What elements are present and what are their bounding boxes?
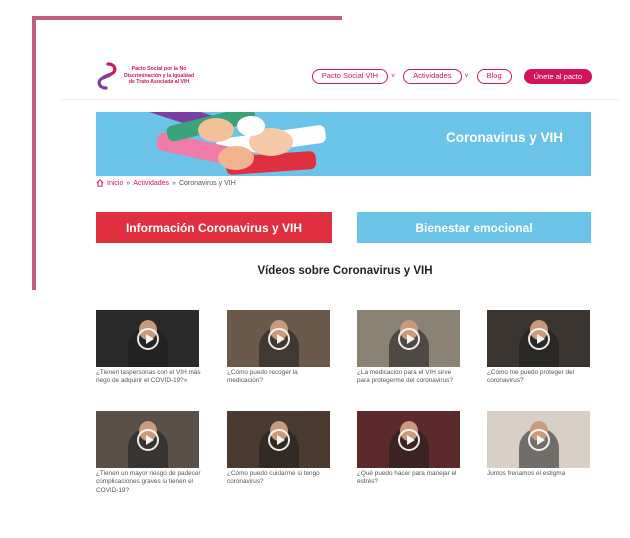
chevron-down-icon[interactable]: ˅ <box>465 73 469 81</box>
video-card[interactable]: ¿Tienen laspersonas con el VIH más riego… <box>96 310 206 386</box>
video-thumbnail[interactable] <box>487 411 590 468</box>
banner-title: Coronavirus y VIH <box>445 130 563 145</box>
video-card[interactable]: ¿Cómo me puedo proteger del coronavirus? <box>487 310 597 386</box>
play-icon[interactable] <box>397 327 420 350</box>
play-icon[interactable] <box>267 327 290 350</box>
main-nav: Pacto Social VIH ˅ Actividades ˅ Blog Ún… <box>311 69 592 84</box>
video-caption[interactable]: ¿Cómo puedo cuidarme si tengo coronaviru… <box>227 470 335 487</box>
chevron-down-icon[interactable]: ˅ <box>391 73 395 81</box>
video-caption[interactable]: ¿Tienen un mayor riesgo de padecer compl… <box>96 470 204 495</box>
video-card[interactable]: ¿Cómo puedo recoger la medicación? <box>227 310 337 386</box>
video-thumbnail[interactable] <box>96 411 199 468</box>
site-logo[interactable]: Pacto Social por la No Discriminación y … <box>96 62 196 90</box>
video-card[interactable]: ¿Tienen un mayor riesgo de padecer compl… <box>96 411 206 495</box>
nav-actividades[interactable]: Actividades <box>403 69 462 84</box>
info-coronavirus-button[interactable]: Información Coronavirus y VIH <box>96 212 332 243</box>
breadcrumb-home[interactable]: Inicio <box>107 180 123 187</box>
breadcrumb-separator: » <box>172 179 176 187</box>
video-caption[interactable]: ¿Qué puedo hacer para manejar el estrés? <box>357 470 465 487</box>
hero-banner: Coronavirus y VIH <box>96 112 591 176</box>
video-caption[interactable]: ¿La medicación para el VIH sirve para pr… <box>357 369 465 386</box>
breadcrumb: Inicio » Actividades » Coronavirus y VIH <box>96 179 236 187</box>
hands-illustration <box>136 112 326 175</box>
video-card[interactable]: Juntos frenamos el estigma <box>487 411 597 478</box>
video-card[interactable]: ¿Cómo puedo cuidarme si tengo coronaviru… <box>227 411 337 487</box>
site-header: Pacto Social por la No Discriminación y … <box>60 58 620 100</box>
video-thumbnail[interactable] <box>357 411 460 468</box>
video-caption[interactable]: ¿Cómo puedo recoger la medicación? <box>227 369 335 386</box>
video-thumbnail[interactable] <box>96 310 199 367</box>
video-thumbnail[interactable] <box>357 310 460 367</box>
play-icon[interactable] <box>527 428 550 451</box>
join-pact-button[interactable]: Únete al pacto <box>523 69 592 84</box>
video-thumbnail[interactable] <box>227 411 330 468</box>
play-icon[interactable] <box>397 428 420 451</box>
nav-blog[interactable]: Blog <box>476 69 512 84</box>
play-icon[interactable] <box>527 327 550 350</box>
video-caption[interactable]: ¿Tienen laspersonas con el VIH más riego… <box>96 369 204 386</box>
decorative-frame-top <box>32 16 342 20</box>
breadcrumb-actividades[interactable]: Actividades <box>133 180 169 187</box>
play-icon[interactable] <box>136 327 159 350</box>
decorative-frame-left <box>32 16 36 290</box>
video-card[interactable]: ¿Qué puedo hacer para manejar el estrés? <box>357 411 467 487</box>
chain-link-icon <box>97 62 117 90</box>
emotional-wellbeing-button[interactable]: Bienestar emocional <box>357 212 591 243</box>
nav-pacto-social[interactable]: Pacto Social VIH <box>311 69 389 84</box>
logo-text: Pacto Social por la No Discriminación y … <box>123 66 195 86</box>
breadcrumb-separator: » <box>126 179 131 187</box>
video-caption[interactable]: Juntos frenamos el estigma <box>487 470 595 478</box>
video-card[interactable]: ¿La medicación para el VIH sirve para pr… <box>357 310 467 386</box>
home-icon[interactable] <box>96 179 104 187</box>
video-thumbnail[interactable] <box>487 310 590 367</box>
play-icon[interactable] <box>267 428 290 451</box>
breadcrumb-current: Coronavirus y VIH <box>178 179 236 187</box>
video-caption[interactable]: ¿Cómo me puedo proteger del coronavirus? <box>487 369 595 386</box>
play-icon[interactable] <box>136 428 159 451</box>
video-thumbnail[interactable] <box>227 310 330 367</box>
videos-section-title: Vídeos sobre Coronavirus y VIH <box>257 265 433 277</box>
